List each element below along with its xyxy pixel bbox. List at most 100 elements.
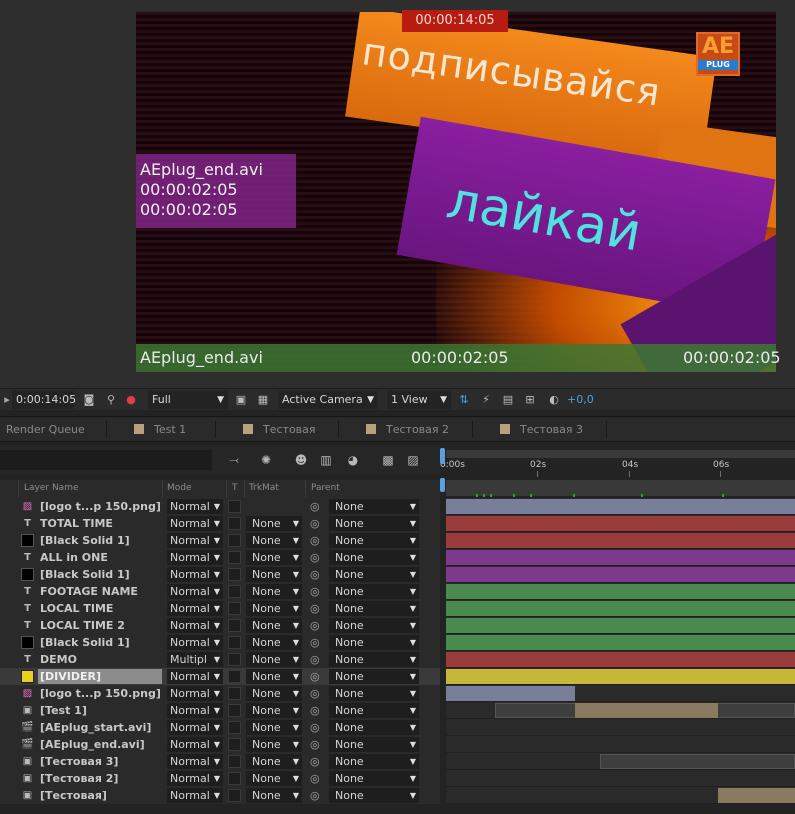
- layer-duration-bar[interactable]: [446, 499, 795, 514]
- layer-name[interactable]: TOTAL TIME: [38, 516, 162, 531]
- draft-3d-icon[interactable]: ✺: [258, 452, 274, 468]
- view-layout-select[interactable]: 1 View ▼: [387, 391, 451, 409]
- layer-name[interactable]: [Black Solid 1]: [38, 635, 162, 650]
- layer-name[interactable]: [Test 1]: [38, 703, 162, 718]
- tab-testovaya-2[interactable]: Тестовая 2: [366, 417, 449, 442]
- track-matte-select[interactable]: None ▼: [246, 737, 302, 752]
- layer-row[interactable]: 🎬 [AEplug_end.avi] Normal ▼ None ▼ ◎ None ▼: [0, 736, 440, 753]
- track-matte-select[interactable]: None ▼: [246, 703, 302, 718]
- current-time-indicator[interactable]: [440, 478, 445, 492]
- pick-whip-icon[interactable]: ◎: [310, 686, 323, 701]
- motion-blur-icon[interactable]: ◕: [345, 452, 361, 468]
- parent-select[interactable]: None ▼: [329, 499, 419, 514]
- track-matte-select[interactable]: None ▼: [246, 516, 302, 531]
- layer-row[interactable]: [Black Solid 1] Normal ▼ None ▼ ◎ None ▼: [0, 634, 440, 651]
- col-parent[interactable]: Parent: [311, 483, 340, 493]
- parent-select[interactable]: None ▼: [329, 533, 419, 548]
- layer-row[interactable]: [DIVIDER] Normal ▼ None ▼ ◎ None ▼: [0, 668, 440, 685]
- blend-mode-select[interactable]: Normal ▼: [167, 669, 223, 684]
- show-snapshot-icon[interactable]: ⚲: [104, 393, 118, 407]
- preserve-transparency-checkbox[interactable]: [228, 602, 241, 615]
- layer-duration-bar[interactable]: [446, 601, 795, 616]
- pick-whip-icon[interactable]: ◎: [310, 618, 323, 633]
- blend-mode-select[interactable]: Normal ▼: [167, 754, 223, 769]
- current-time-display[interactable]: 0:00:14:05: [12, 391, 76, 409]
- preserve-transparency-checkbox[interactable]: [228, 704, 241, 717]
- tab-render-queue[interactable]: Render Queue: [6, 417, 85, 442]
- pick-whip-icon[interactable]: ◎: [310, 516, 323, 531]
- layer-name[interactable]: [Тестовая 3]: [38, 754, 162, 769]
- pick-whip-icon[interactable]: ◎: [310, 533, 323, 548]
- layer-row[interactable]: ▣ [Тестовая 2] Normal ▼ None ▼ ◎ None ▼: [0, 770, 440, 787]
- track-matte-select[interactable]: None ▼: [246, 550, 302, 565]
- col-t[interactable]: T: [232, 483, 238, 493]
- parent-select[interactable]: None ▼: [329, 516, 419, 531]
- col-trkmat[interactable]: TrkMat: [249, 483, 279, 493]
- layer-name[interactable]: ALL in ONE: [38, 550, 162, 565]
- pick-whip-icon[interactable]: ◎: [310, 754, 323, 769]
- layer-name[interactable]: LOCAL TIME 2: [38, 618, 162, 633]
- layer-name[interactable]: [AEplug_start.avi]: [38, 720, 162, 735]
- camera-select[interactable]: Active Camera ▼: [278, 391, 378, 409]
- layer-name[interactable]: [Black Solid 1]: [38, 567, 162, 582]
- blend-mode-select[interactable]: Normal ▼: [167, 618, 223, 633]
- layer-search-input[interactable]: [0, 450, 212, 470]
- preserve-transparency-checkbox[interactable]: [228, 568, 241, 581]
- pick-whip-icon[interactable]: ◎: [310, 703, 323, 718]
- blend-mode-select[interactable]: Normal ▼: [167, 550, 223, 565]
- tab-testovaya-3[interactable]: Тестовая 3: [500, 417, 583, 442]
- preserve-transparency-checkbox[interactable]: [228, 653, 241, 666]
- track-matte-select[interactable]: None ▼: [246, 601, 302, 616]
- track-matte-select[interactable]: None ▼: [246, 720, 302, 735]
- region-of-interest-icon[interactable]: ▣: [234, 393, 248, 407]
- layer-row[interactable]: T LOCAL TIME Normal ▼ None ▼ ◎ None ▼: [0, 600, 440, 617]
- pick-whip-icon[interactable]: ◎: [310, 669, 323, 684]
- layer-name[interactable]: [Тестовая 2]: [38, 771, 162, 786]
- track-matte-select[interactable]: None ▼: [246, 567, 302, 582]
- tab-test-1[interactable]: Test 1: [134, 417, 186, 442]
- pick-whip-icon[interactable]: ◎: [310, 652, 323, 667]
- frame-blending-icon[interactable]: ▥: [318, 452, 334, 468]
- parent-select[interactable]: None ▼: [329, 584, 419, 599]
- tab-testovaya[interactable]: Тестовая: [243, 417, 316, 442]
- exposure-value[interactable]: +0,0: [567, 392, 594, 408]
- current-time-indicator-head[interactable]: [440, 448, 445, 464]
- blend-mode-select[interactable]: Normal ▼: [167, 788, 223, 803]
- layer-row[interactable]: 🎬 [AEplug_start.avi] Normal ▼ None ▼ ◎ None ▼: [0, 719, 440, 736]
- pick-whip-icon[interactable]: ◎: [310, 584, 323, 599]
- layer-name[interactable]: DEMO: [38, 652, 162, 667]
- graph-editor-icon[interactable]: ▩: [380, 452, 396, 468]
- blend-mode-select[interactable]: Normal ▼: [167, 720, 223, 735]
- flowchart-icon[interactable]: ⊞: [523, 393, 537, 407]
- layer-row[interactable]: ▨ [logo t...p 150.png] Normal ▼ ◎ None ▼: [0, 498, 440, 515]
- track-matte-select[interactable]: None ▼: [246, 669, 302, 684]
- pixel-aspect-icon[interactable]: ⇅: [457, 393, 471, 407]
- layer-duration-bar[interactable]: [446, 618, 795, 633]
- live-update-icon[interactable]: ▨: [405, 452, 421, 468]
- track-matte-select[interactable]: None ▼: [246, 618, 302, 633]
- col-mode[interactable]: Mode: [167, 483, 192, 493]
- track-matte-select[interactable]: None ▼: [246, 754, 302, 769]
- parent-select[interactable]: None ▼: [329, 669, 419, 684]
- comp-mini-flowchart-icon[interactable]: ⤙: [226, 452, 242, 468]
- blend-mode-select[interactable]: Normal ▼: [167, 601, 223, 616]
- camera-snapshot-icon[interactable]: ◙: [82, 393, 96, 407]
- layer-row[interactable]: ▣ [Test 1] Normal ▼ None ▼ ◎ None ▼: [0, 702, 440, 719]
- preserve-transparency-checkbox[interactable]: [228, 636, 241, 649]
- blend-mode-select[interactable]: Normal ▼: [167, 771, 223, 786]
- parent-select[interactable]: None ▼: [329, 703, 419, 718]
- preserve-transparency-checkbox[interactable]: [228, 687, 241, 700]
- layer-duration-bar[interactable]: [446, 550, 795, 565]
- col-layer-name[interactable]: Layer Name: [24, 483, 79, 493]
- layer-duration-bar[interactable]: [575, 703, 719, 718]
- layer-row[interactable]: T ALL in ONE Normal ▼ None ▼ ◎ None ▼: [0, 549, 440, 566]
- channels-icon[interactable]: ●: [124, 393, 138, 407]
- layer-name[interactable]: [DIVIDER]: [38, 669, 162, 684]
- track-matte-select[interactable]: None ▼: [246, 771, 302, 786]
- preserve-transparency-checkbox[interactable]: [228, 551, 241, 564]
- shy-layers-icon[interactable]: ☻: [293, 452, 309, 468]
- parent-select[interactable]: None ▼: [329, 771, 419, 786]
- parent-select[interactable]: None ▼: [329, 652, 419, 667]
- layer-name[interactable]: [AEplug_end.avi]: [38, 737, 162, 752]
- track-matte-select[interactable]: None ▼: [246, 533, 302, 548]
